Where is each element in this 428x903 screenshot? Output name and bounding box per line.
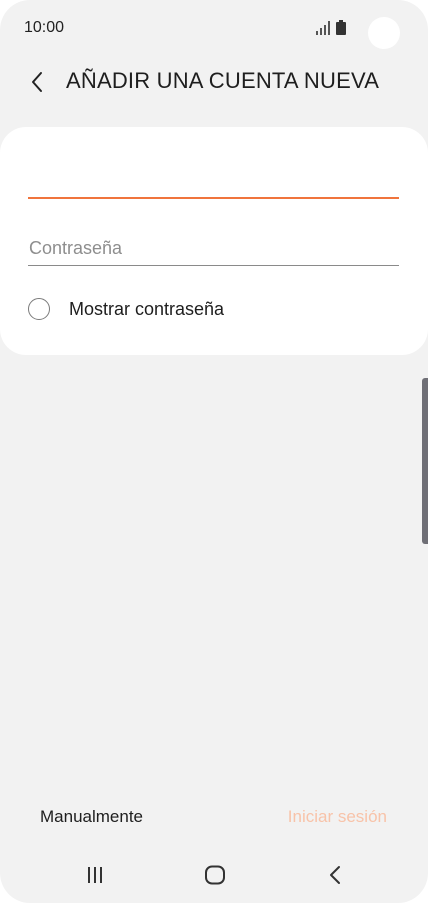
- navigation-bar: [0, 852, 428, 903]
- chevron-left-icon: [32, 72, 42, 92]
- app-bar: AÑADIR UNA CUENTA NUEVA: [0, 56, 428, 108]
- back-icon: [330, 866, 340, 884]
- signin-button[interactable]: Iniciar sesión: [288, 807, 387, 827]
- show-password-label: Mostrar contraseña: [69, 299, 225, 319]
- password-field[interactable]: Contraseña: [28, 227, 399, 266]
- status-time: 10:00: [24, 19, 65, 36]
- show-password-toggle[interactable]: Mostrar contraseña: [28, 295, 288, 327]
- login-card: Contraseña Mostrar contraseña: [0, 127, 428, 355]
- recents-button[interactable]: [75, 862, 115, 888]
- nav-back-button[interactable]: [315, 862, 355, 888]
- signal-icon: [316, 21, 330, 35]
- battery-icon: [336, 20, 346, 35]
- manual-button[interactable]: Manualmente: [40, 807, 143, 827]
- status-bar: 10:00: [0, 0, 428, 56]
- back-button[interactable]: [24, 68, 50, 96]
- phone-screen: 10:00 AÑADIR UNA CUENTA NUEVA Contraseña: [0, 0, 428, 903]
- show-password-radio[interactable]: [28, 298, 50, 320]
- page-title: AÑADIR UNA CUENTA NUEVA: [66, 68, 380, 93]
- scroll-indicator[interactable]: [422, 378, 428, 544]
- home-icon: [205, 865, 225, 885]
- password-placeholder: Contraseña: [29, 238, 123, 258]
- camera-cutout: [368, 17, 400, 49]
- recents-icon: [88, 867, 102, 883]
- email-field[interactable]: [28, 155, 399, 199]
- home-button[interactable]: [195, 862, 235, 888]
